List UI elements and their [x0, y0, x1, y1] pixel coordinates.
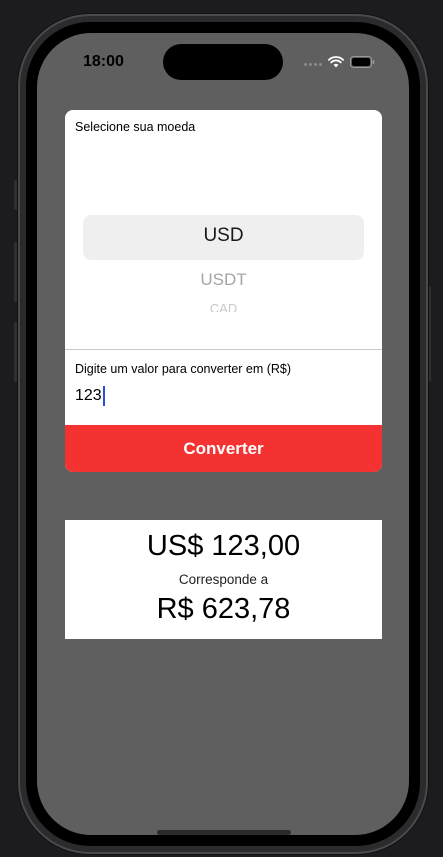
currency-option-selected[interactable]: USD [83, 225, 364, 247]
amount-label: Digite um valor para converter em (R$) [75, 362, 292, 376]
battery-icon [350, 55, 375, 73]
amount-input[interactable] [73, 382, 367, 410]
result-foreign-value: US$ 123,00 [146, 530, 301, 562]
result-caption: Corresponde a [178, 572, 269, 587]
wifi-icon [328, 55, 344, 73]
result-panel: US$ 123,00 Corresponde a R$ 623,78 [65, 520, 382, 639]
app-screen: 18:00 Selecione sua moeda USD USDT CAD D… [37, 33, 409, 835]
converter-card: Selecione sua moeda USD USDT CAD Digite … [65, 110, 382, 472]
dynamic-island [163, 44, 283, 80]
home-indicator[interactable] [157, 830, 291, 835]
signal-icon [304, 62, 322, 66]
result-brl-value: R$ 623,78 [156, 593, 291, 625]
status-time: 18:00 [83, 53, 124, 70]
convert-button[interactable]: Converter [65, 425, 382, 472]
device-stage: 18:00 Selecione sua moeda USD USDT CAD D… [0, 0, 443, 857]
divider [65, 349, 382, 350]
currency-option[interactable]: USDT [83, 270, 364, 290]
text-caret [103, 386, 105, 406]
currency-option[interactable]: CAD [83, 302, 364, 312]
currency-picker-label: Selecione sua moeda [75, 120, 196, 134]
status-icons [304, 55, 375, 73]
